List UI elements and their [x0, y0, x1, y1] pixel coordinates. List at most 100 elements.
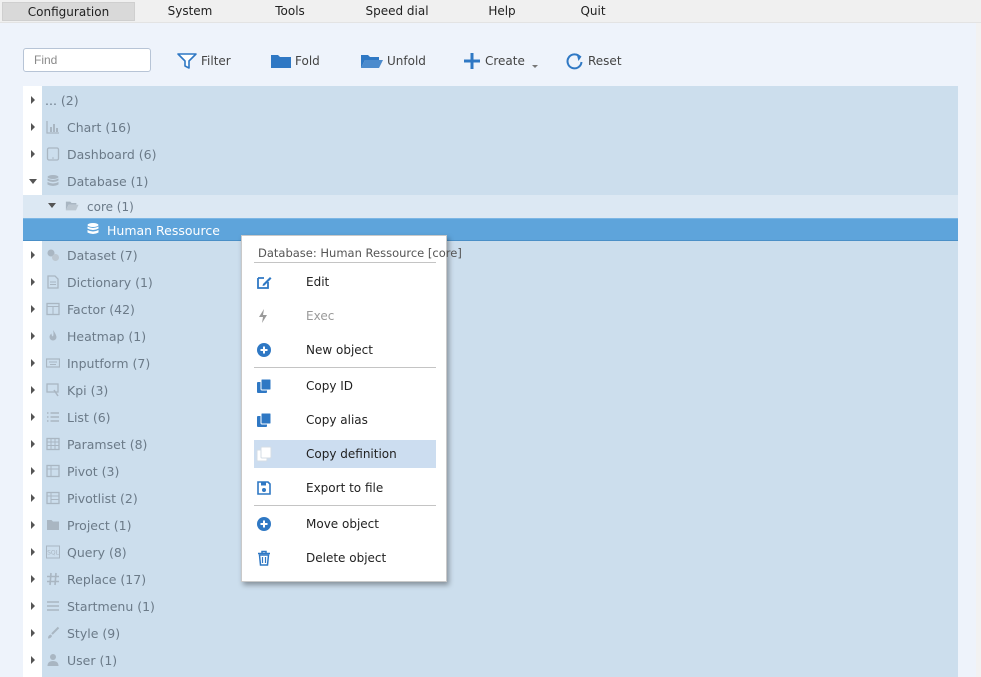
tree-item-heatmap[interactable]: Heatmap (1) [23, 323, 958, 350]
menu-item-exec[interactable]: Exec [254, 302, 436, 330]
caret-down-icon[interactable] [528, 52, 542, 70]
pivot-icon [46, 464, 60, 478]
tree-item-label: Inputform (7) [67, 356, 151, 371]
menu-bar: Configuration System Tools Speed dial He… [0, 0, 981, 23]
tree-item-label: Pivotlist (2) [67, 491, 138, 506]
tree-item-root[interactable]: ... (2) [23, 87, 958, 114]
tree-item-label: core (1) [87, 200, 134, 214]
filter-button[interactable]: Filter [176, 50, 231, 72]
tree-item-label: Dataset (7) [67, 248, 138, 263]
collapse-arrow-icon[interactable] [29, 179, 37, 184]
menu-item-copy-alias[interactable]: Copy alias [254, 406, 436, 434]
expand-arrow-icon[interactable] [31, 548, 35, 556]
expand-arrow-icon[interactable] [31, 629, 35, 637]
tree-item-label: Human Ressource [107, 223, 220, 238]
menu-configuration[interactable]: Configuration [2, 2, 135, 21]
reset-button[interactable]: Reset [565, 50, 622, 72]
expand-arrow-icon[interactable] [31, 467, 35, 475]
database-icon [47, 175, 59, 186]
menu-speed-dial[interactable]: Speed dial [362, 2, 432, 21]
tree-item-dashboard[interactable]: Dashboard (6) [23, 141, 958, 168]
menu-quit[interactable]: Quit [573, 2, 613, 21]
tree-item-replace[interactable]: Replace (17) [23, 566, 958, 593]
tree-item-pivot[interactable]: Pivot (3) [23, 458, 958, 485]
tree-item-label: List (6) [67, 410, 111, 425]
tree-item-dictionary[interactable]: Dictionary (1) [23, 269, 958, 296]
menu-item-export-to-file[interactable]: Export to file [254, 474, 436, 502]
unfold-button[interactable]: Unfold [360, 50, 426, 72]
tree-item-list[interactable]: List (6) [23, 404, 958, 431]
menu-system[interactable]: System [160, 2, 220, 21]
find-input[interactable] [23, 48, 151, 72]
expand-arrow-icon[interactable] [31, 521, 35, 529]
expand-arrow-icon[interactable] [31, 332, 35, 340]
expand-arrow-icon[interactable] [31, 440, 35, 448]
menu-help[interactable]: Help [482, 2, 522, 21]
expand-arrow-icon[interactable] [31, 602, 35, 610]
menu-item-move-object[interactable]: Move object [254, 510, 436, 538]
menu-tools[interactable]: Tools [268, 2, 312, 21]
menu-item-label: Edit [306, 275, 330, 289]
dataset-icon [47, 249, 59, 261]
tree-item-project[interactable]: Project (1) [23, 512, 958, 539]
tree-item-inputform[interactable]: Inputform (7) [23, 350, 958, 377]
menu-item-delete-object[interactable]: Delete object [254, 544, 436, 572]
menu-item-label: Export to file [306, 481, 384, 495]
menu-item-copy-id[interactable]: Copy ID [254, 372, 436, 400]
tree-item-pivotlist[interactable]: Pivotlist (2) [23, 485, 958, 512]
expand-arrow-icon[interactable] [31, 386, 35, 394]
refresh-icon [566, 53, 583, 70]
fold-button[interactable]: Fold [270, 50, 320, 72]
expand-arrow-icon[interactable] [31, 413, 35, 421]
tree-item-paramset[interactable]: Paramset (8) [23, 431, 958, 458]
tree-item-factor[interactable]: Factor (42) [23, 296, 958, 323]
lightning-icon [259, 309, 267, 323]
create-label: Create [485, 54, 525, 68]
folder-icon [271, 55, 291, 68]
columns-icon [46, 302, 60, 316]
expand-arrow-icon[interactable] [31, 278, 35, 286]
expand-arrow-icon[interactable] [31, 359, 35, 367]
collapse-arrow-icon[interactable] [48, 203, 56, 208]
tree-item-label: Dashboard (6) [67, 147, 157, 162]
tree-item-label: Replace (17) [67, 572, 147, 587]
folder-open-icon [361, 55, 383, 68]
expand-arrow-icon[interactable] [31, 656, 35, 664]
plus-icon [464, 53, 480, 69]
tree-item-label: Chart (16) [67, 120, 131, 135]
expand-arrow-icon[interactable] [31, 575, 35, 583]
list-icon [47, 412, 59, 422]
tree-item-human-ressource[interactable]: Human Ressource [23, 218, 958, 241]
tree-item-query[interactable]: SQL Query (8) [23, 539, 958, 566]
divider [254, 505, 436, 506]
expand-arrow-icon[interactable] [31, 494, 35, 502]
tree-item-label: Query (8) [67, 545, 127, 560]
tree-item-label: User (1) [67, 653, 118, 668]
tree-item-chart[interactable]: Chart (16) [23, 114, 958, 141]
menu-item-edit[interactable]: Edit [254, 268, 436, 296]
expand-arrow-icon[interactable] [31, 96, 35, 104]
hash-icon [47, 572, 59, 586]
tree-item-database[interactable]: Database (1) [23, 168, 958, 195]
tree-item-core[interactable]: core (1) [23, 195, 958, 218]
expand-arrow-icon[interactable] [31, 150, 35, 158]
document-icon [47, 275, 59, 289]
tree-item-label: Kpi (3) [67, 383, 109, 398]
tree-item-style[interactable]: Style (9) [23, 620, 958, 647]
tree-item-label: Dictionary (1) [67, 275, 153, 290]
tree-item-startmenu[interactable]: Startmenu (1) [23, 593, 958, 620]
folder-open-icon [65, 201, 79, 211]
expand-arrow-icon[interactable] [31, 305, 35, 313]
tree-item-dataset[interactable]: Dataset (7) [23, 242, 958, 269]
tree-item-label: Pivot (3) [67, 464, 120, 479]
expand-arrow-icon[interactable] [31, 251, 35, 259]
brush-icon [48, 626, 60, 639]
tree-item-kpi[interactable]: Kpi (3) [23, 377, 958, 404]
create-button[interactable]: Create [462, 50, 542, 72]
tree-item-user[interactable]: User (1) [23, 647, 958, 674]
expand-arrow-icon[interactable] [31, 123, 35, 131]
copy-icon [257, 412, 272, 427]
menu-item-new-object[interactable]: New object [254, 336, 436, 364]
filter-label: Filter [201, 54, 231, 68]
menu-item-copy-definition[interactable]: Copy definition [254, 440, 436, 468]
